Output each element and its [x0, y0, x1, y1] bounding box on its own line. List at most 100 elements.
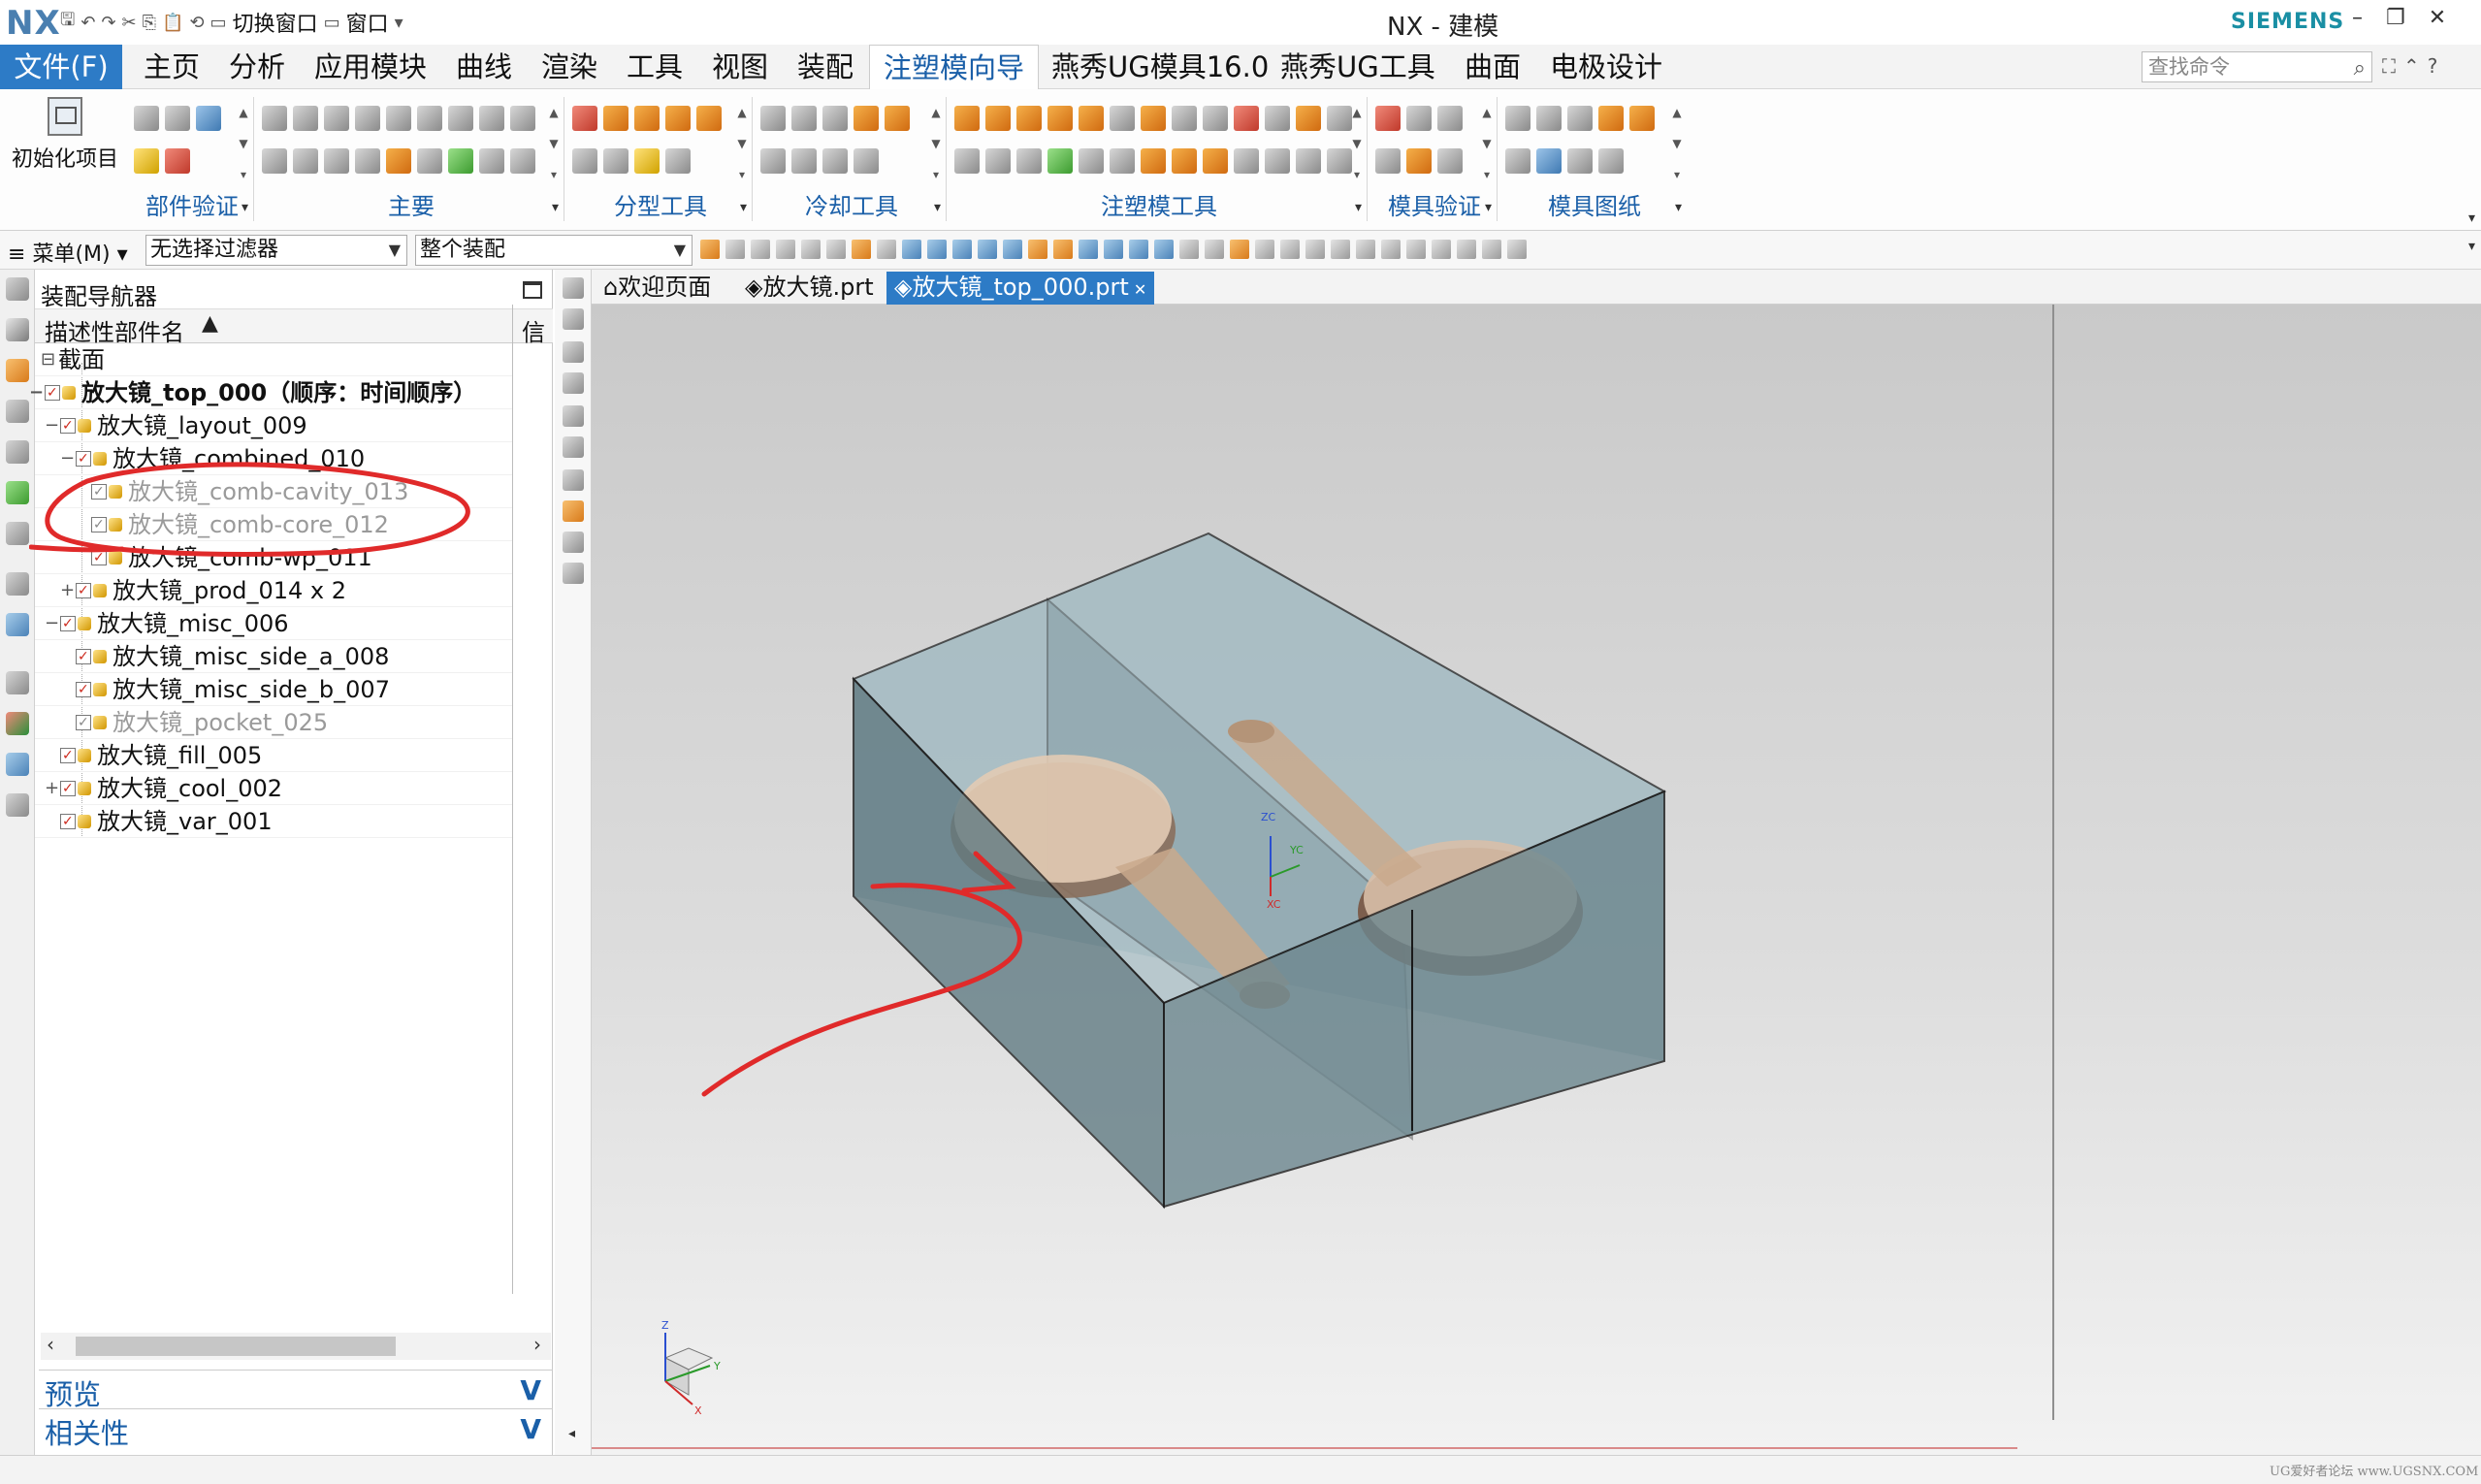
- visibility-checkbox[interactable]: [76, 673, 91, 706]
- view-shade-icon[interactable]: [1406, 240, 1426, 259]
- modify-solid-icon[interactable]: [1079, 106, 1104, 131]
- component-icon[interactable]: [563, 436, 584, 458]
- snap-pole-icon[interactable]: [1230, 240, 1249, 259]
- merge-icon[interactable]: [1296, 148, 1321, 174]
- chevron-down-icon[interactable]: V: [520, 1374, 541, 1406]
- close-icon[interactable]: ✕: [2429, 6, 2446, 30]
- copy-icon[interactable]: ⎘: [143, 13, 156, 33]
- color-face-icon[interactable]: [1047, 148, 1073, 174]
- solid-patch-icon[interactable]: [1016, 106, 1042, 131]
- trim-icon[interactable]: [355, 148, 380, 174]
- pin-icon[interactable]: [448, 106, 473, 131]
- visibility-checkbox[interactable]: [60, 739, 76, 772]
- electrode-icon[interactable]: [324, 148, 349, 174]
- snap-tangent-icon[interactable]: [1028, 240, 1047, 259]
- cut-icon[interactable]: ✂: [122, 13, 137, 33]
- delete-icon[interactable]: [563, 405, 584, 427]
- view-render-icon[interactable]: [1507, 240, 1527, 259]
- pin-table-icon[interactable]: [1505, 148, 1530, 174]
- tree-row[interactable]: 放大镜_fill_005: [35, 739, 512, 772]
- reuse-library-icon[interactable]: [6, 440, 29, 464]
- wall-thickness-icon[interactable]: [1437, 148, 1463, 174]
- delete-file-icon[interactable]: [479, 148, 504, 174]
- scroll-thumb[interactable]: [76, 1337, 396, 1356]
- window-menu-button[interactable]: 窗口: [346, 7, 389, 38]
- maximize-icon[interactable]: [523, 281, 542, 299]
- chevron-down-icon[interactable]: V: [520, 1413, 541, 1445]
- curve-tool-icon[interactable]: [603, 106, 628, 131]
- gallery-scroll[interactable]: ▲ ▼ ▾: [237, 97, 250, 190]
- group-dropdown-icon[interactable]: ▾: [934, 200, 941, 215]
- check-region-icon[interactable]: [572, 106, 597, 131]
- sketch-icon[interactable]: [985, 148, 1011, 174]
- deselect-icon[interactable]: [725, 240, 745, 259]
- scroll-left-icon[interactable]: ‹: [47, 1333, 54, 1356]
- create-box-icon[interactable]: [954, 106, 980, 131]
- toolbar-options-icon[interactable]: ▾: [2468, 239, 2475, 254]
- adjust-channel-icon[interactable]: [885, 106, 910, 131]
- snap-quadrant-icon[interactable]: [1104, 240, 1123, 259]
- plug-icon[interactable]: [791, 148, 817, 174]
- curve-icon[interactable]: [293, 106, 318, 131]
- search-icon[interactable]: ⌕: [2354, 54, 2366, 83]
- tab-yanxiu-mold[interactable]: 燕秀UG模具16.0: [1038, 45, 1282, 89]
- tree-row[interactable]: − 放大镜_misc_006: [35, 607, 512, 640]
- split-solid-icon[interactable]: [985, 106, 1011, 131]
- layout-icon[interactable]: [134, 148, 159, 174]
- validation-icon[interactable]: [1375, 106, 1401, 131]
- measure-icon[interactable]: [1375, 148, 1401, 174]
- tree-row[interactable]: − 放大镜_layout_009: [35, 409, 512, 442]
- parting-nav-icon[interactable]: [572, 148, 597, 174]
- gallery-scroll[interactable]: ▲ ▼ ▾: [1670, 97, 1684, 190]
- visibility-checkbox[interactable]: [76, 640, 91, 673]
- gallery-scroll[interactable]: ▲ ▼ ▾: [735, 97, 749, 190]
- tab-tools[interactable]: 工具: [613, 45, 696, 89]
- extract-icon[interactable]: [1327, 106, 1352, 131]
- mold-base-icon[interactable]: [324, 106, 349, 131]
- define-cavity-icon[interactable]: [603, 148, 628, 174]
- datum-icon[interactable]: [1598, 148, 1624, 174]
- cooling-table-icon[interactable]: [1536, 148, 1562, 174]
- reference-face-icon[interactable]: [1203, 106, 1228, 131]
- channel-path-icon[interactable]: [791, 106, 817, 131]
- gallery-scroll[interactable]: ▲ ▼ ▾: [1480, 97, 1494, 190]
- move-face-icon[interactable]: [1203, 148, 1228, 174]
- pattern-icon[interactable]: [1265, 148, 1290, 174]
- tab-view[interactable]: 视图: [698, 45, 782, 89]
- motion-icon[interactable]: [1437, 106, 1463, 131]
- patch-icon[interactable]: [634, 106, 660, 131]
- tab-assembly[interactable]: 装配: [784, 45, 867, 89]
- init-project-button[interactable]: 初始化项目: [6, 93, 124, 190]
- mold-tool-icon[interactable]: [262, 106, 287, 131]
- subtract-icon[interactable]: [1327, 148, 1352, 174]
- tab-curve[interactable]: 曲线: [442, 45, 526, 89]
- view-fit-icon[interactable]: [1280, 240, 1300, 259]
- tab-welcome-page[interactable]: ⌂欢迎页面: [596, 272, 719, 305]
- view-edges-icon[interactable]: [1432, 240, 1451, 259]
- tree-row[interactable]: ⊟ 截面: [35, 343, 512, 376]
- visibility-checkbox[interactable]: [60, 772, 76, 805]
- auto-dim-icon[interactable]: [1598, 106, 1624, 131]
- show-hide-icon[interactable]: [563, 277, 584, 299]
- expand-icon[interactable]: +: [45, 772, 59, 805]
- view-hide-icon[interactable]: [1457, 240, 1476, 259]
- tab-electrode[interactable]: 电极设计: [1536, 45, 1676, 89]
- part-icon[interactable]: [563, 532, 584, 553]
- preview-section[interactable]: 预览 V: [39, 1370, 553, 1411]
- copy-face-icon[interactable]: [1110, 148, 1135, 174]
- line-icon[interactable]: [1016, 148, 1042, 174]
- collapse-icon[interactable]: −: [45, 607, 59, 640]
- visibility-checkbox[interactable]: [76, 706, 91, 739]
- scroll-left-icon[interactable]: ◂: [568, 1426, 575, 1441]
- sort-ascending-icon[interactable]: ▲: [202, 311, 218, 336]
- gate-icon[interactable]: [262, 148, 287, 174]
- command-search-input[interactable]: 查找命令 ⌕: [2142, 51, 2372, 82]
- trim-region-icon[interactable]: [1110, 106, 1135, 131]
- snap-point-icon[interactable]: [1079, 240, 1098, 259]
- tab-yanxiu-tools[interactable]: 燕秀UG工具: [1267, 45, 1449, 89]
- filter-icon[interactable]: [751, 240, 770, 259]
- switch-window-button[interactable]: 切换窗口: [233, 7, 318, 38]
- view-layer-icon[interactable]: [1381, 240, 1401, 259]
- visibility-checkbox[interactable]: [60, 805, 76, 838]
- plate-icon[interactable]: [417, 106, 442, 131]
